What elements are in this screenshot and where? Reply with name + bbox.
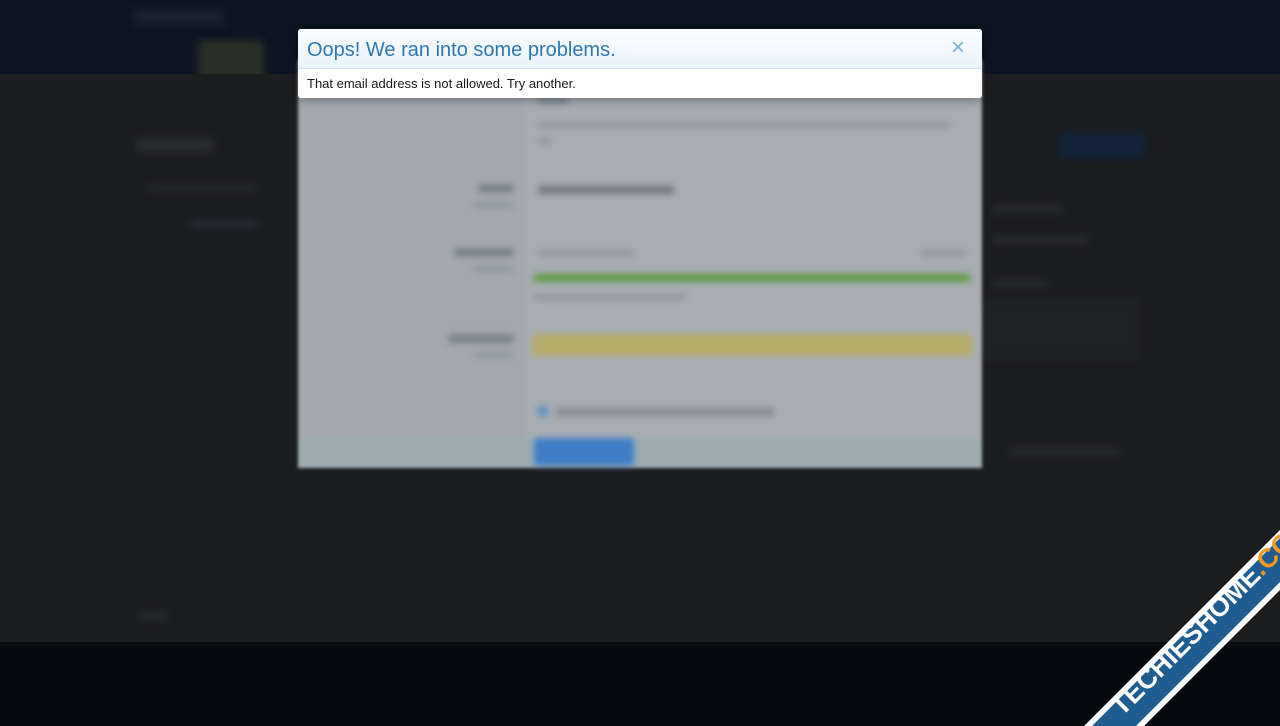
background-checkbox-label <box>556 408 774 416</box>
background-verification-sublabel <box>474 352 514 358</box>
error-message: That email address is not allowed. Try a… <box>307 76 576 91</box>
background-email-value <box>538 186 674 194</box>
background-checkbox <box>538 406 548 416</box>
background-sidebar-line <box>148 184 258 192</box>
background-form-card <box>298 60 982 468</box>
background-sidebar-title <box>136 138 214 152</box>
modal-body: That email address is not allowed. Try a… <box>298 69 982 98</box>
background-field-help <box>538 138 552 144</box>
background-email-sublabel <box>474 202 514 208</box>
background-page <box>0 0 1280 726</box>
background-logo <box>134 10 224 24</box>
background-action-button <box>1058 132 1146 158</box>
close-icon[interactable]: × <box>948 36 968 60</box>
background-verification-label <box>448 334 514 343</box>
background-right-line <box>992 280 1048 287</box>
error-modal: Oops! We ran into some problems. × That … <box>298 29 982 98</box>
background-sidebar-link <box>190 220 258 228</box>
background-password-label <box>454 248 514 257</box>
background-right-line <box>992 206 1062 213</box>
background-form-footer <box>298 438 982 468</box>
background-right-line <box>992 236 1088 243</box>
background-field-help <box>538 122 950 128</box>
background-right-line <box>1010 448 1120 455</box>
background-strength-bar <box>534 274 970 282</box>
background-password-field <box>538 250 634 256</box>
background-right-box <box>982 300 1138 358</box>
background-password-toggle <box>920 250 966 256</box>
background-strength-text <box>534 294 686 300</box>
modal-header: Oops! We ran into some problems. × <box>298 29 982 69</box>
background-warning-box <box>532 334 972 356</box>
background-footer-text <box>140 612 166 620</box>
background-password-sublabel <box>474 266 514 272</box>
background-email-label <box>478 184 514 193</box>
background-footer <box>0 642 1280 726</box>
modal-title: Oops! We ran into some problems. <box>307 39 616 61</box>
background-submit-button <box>534 438 634 466</box>
background-form-label-column <box>298 60 526 468</box>
